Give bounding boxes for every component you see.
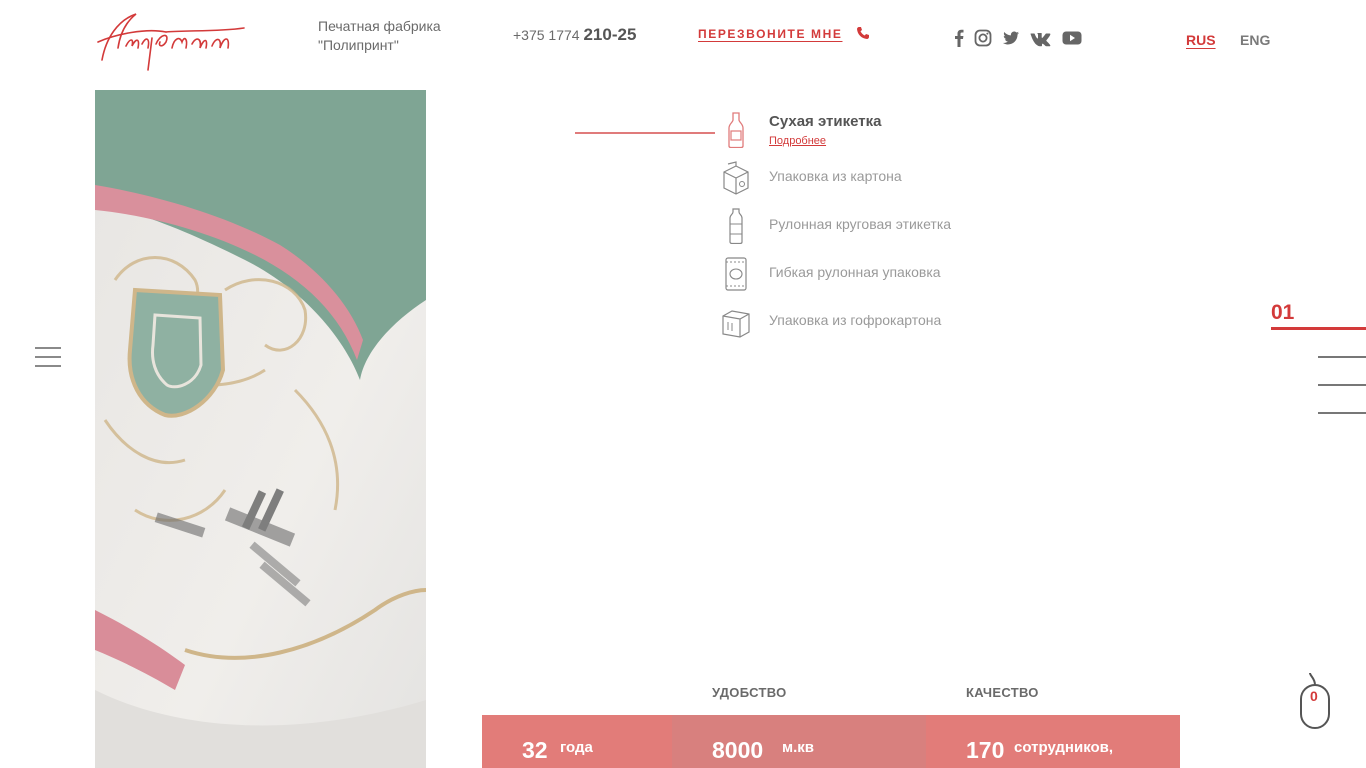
slide-line-3[interactable] [1318, 384, 1366, 386]
stat-staff-value: 170 [966, 737, 1005, 763]
product-label: Упаковка из картона [769, 168, 902, 184]
youtube-icon[interactable] [1062, 29, 1082, 47]
lang-eng[interactable]: ENG [1240, 32, 1270, 48]
bottle-icon [728, 112, 744, 148]
stat-area-unit: м.кв [782, 739, 814, 756]
carton-box-icon [723, 161, 749, 195]
product-label: Сухая этикетка [769, 113, 882, 130]
slide-line-4[interactable] [1318, 412, 1366, 414]
slide-line-2[interactable] [1318, 356, 1366, 358]
lang-rus[interactable]: RUS [1186, 32, 1216, 48]
more-link[interactable]: Подробнее [769, 135, 881, 147]
social-links [954, 29, 1092, 47]
active-product-indicator [575, 132, 715, 134]
vk-icon[interactable] [1030, 29, 1052, 47]
product-item-corrugated-box[interactable]: Упаковка из гофрокартона [722, 304, 941, 340]
stat-years-unit: года [560, 739, 593, 756]
stat-title-convenience: УДОБСТВО [712, 685, 787, 700]
stat-years-value: 32 [522, 737, 548, 763]
phone-prefix: +375 1774 [513, 27, 580, 43]
product-item-carton-box[interactable]: Упаковка из картона [722, 160, 902, 196]
product-label: Гибкая рулонная упаковка [769, 264, 941, 280]
product-label: Упаковка из гофрокартона [769, 312, 942, 328]
twitter-icon[interactable] [1002, 29, 1020, 47]
scroll-indicator-value: 0 [1310, 688, 1318, 704]
slide-number: 01 [1271, 301, 1295, 324]
stat-title-quality: КАЧЕСТВО [966, 685, 1039, 700]
corrugated-box-icon [722, 310, 750, 338]
stat-staff-unit: сотрудников, [1014, 739, 1114, 756]
phone-main: 210-25 [583, 25, 637, 44]
phone-icon[interactable] [856, 26, 870, 40]
instagram-icon[interactable] [974, 29, 992, 47]
hero-label-image [95, 90, 426, 768]
product-label: Рулонная круговая этикетка [769, 216, 952, 232]
menu-icon[interactable] [35, 347, 61, 367]
stat-area-value: 8000 [712, 737, 764, 763]
slide-active-bar [1271, 327, 1366, 330]
company-tagline: Печатная фабрика "Полипринт" [318, 18, 441, 53]
callback-button[interactable]: ПЕРЕЗВОНИТЕ МНЕ [698, 27, 842, 41]
product-item-flexible-pack[interactable]: Гибкая рулонная упаковка [722, 256, 941, 292]
facebook-icon[interactable] [954, 29, 964, 47]
plastic-bottle-icon [729, 208, 743, 244]
flexible-pack-icon [725, 257, 747, 291]
product-item-dry-label[interactable]: Сухая этикетка Подробнее [722, 112, 881, 148]
polyprint-logo[interactable] [96, 8, 248, 72]
product-item-roll-label[interactable]: Рулонная круговая этикетка [722, 208, 951, 244]
phone-number[interactable]: +375 1774 210-25 [513, 25, 636, 45]
